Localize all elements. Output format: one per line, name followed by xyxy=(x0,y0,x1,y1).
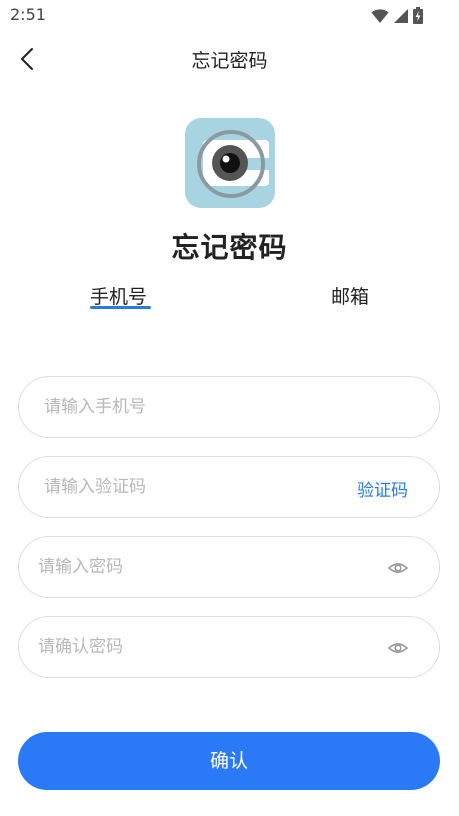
password-field xyxy=(18,536,440,598)
active-tab-indicator xyxy=(90,306,151,309)
status-bar: 2:51 xyxy=(0,0,459,30)
confirm-password-input[interactable] xyxy=(19,617,439,677)
login-method-tabs: 手机号 邮箱 xyxy=(0,282,459,316)
get-code-button[interactable]: 验证码 xyxy=(357,476,408,501)
status-icons xyxy=(371,7,423,24)
signal-icon xyxy=(394,8,408,23)
toggle-password-visibility-button[interactable] xyxy=(387,558,409,578)
toggle-confirm-password-visibility-button[interactable] xyxy=(387,638,409,658)
battery-charging-icon xyxy=(413,7,423,24)
wifi-icon xyxy=(371,8,389,23)
eye-icon xyxy=(387,563,409,573)
confirm-password-field xyxy=(18,616,440,678)
app-logo xyxy=(185,118,275,208)
phone-input[interactable] xyxy=(19,377,439,437)
nav-title: 忘记密码 xyxy=(191,50,268,72)
tab-phone[interactable]: 手机号 xyxy=(90,282,147,309)
status-time: 2:51 xyxy=(10,5,46,24)
camera-lens-logo xyxy=(185,118,275,208)
eye-icon xyxy=(387,643,409,653)
password-input[interactable] xyxy=(19,537,439,597)
confirm-button[interactable]: 确认 xyxy=(18,732,440,790)
nav-bar: 忘记密码 xyxy=(0,36,459,80)
tab-email[interactable]: 邮箱 xyxy=(331,282,369,309)
phone-field xyxy=(18,376,440,438)
verification-code-field: 验证码 xyxy=(18,456,440,518)
page-heading: 忘记密码 xyxy=(171,231,288,264)
